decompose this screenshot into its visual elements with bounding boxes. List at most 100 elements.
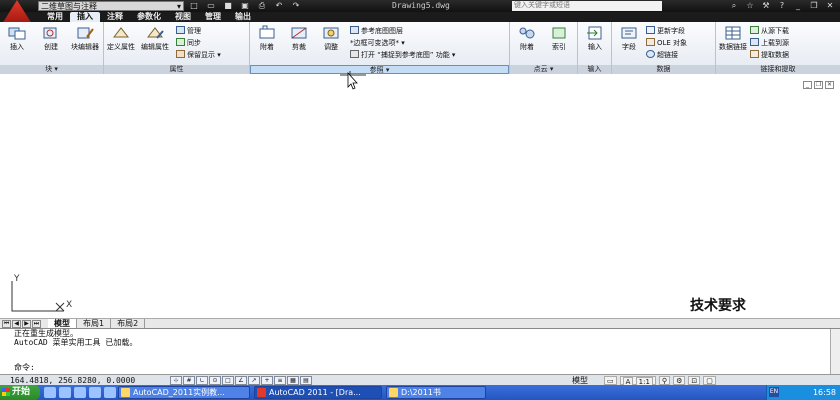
panel-title-block[interactable]: 块 ▾	[0, 65, 103, 74]
panel-title-reference[interactable]: 参照 ▾	[250, 65, 509, 74]
adjust-reference-button[interactable]: 调整	[316, 25, 346, 51]
define-attribute-button[interactable]: 定义属性	[106, 25, 136, 51]
lineweight-icon[interactable]: ≡	[274, 376, 286, 385]
snap-to-underlay-button[interactable]: 打开 “捕捉到参考底图” 功能 ▾	[350, 50, 455, 60]
polar-icon[interactable]: ⊙	[209, 376, 221, 385]
transparency-icon[interactable]: ▦	[287, 376, 299, 385]
tab-insert[interactable]: 插入	[70, 12, 100, 22]
extract-data-button[interactable]: 提取数据	[750, 50, 789, 60]
taskbar-button-document[interactable]: AutoCAD_2011实例教...	[118, 386, 250, 399]
hyperlink-button[interactable]: 超链接	[646, 50, 678, 60]
quick-launch-icon[interactable]	[44, 387, 56, 398]
search-input[interactable]	[512, 1, 662, 11]
otrack-icon[interactable]: ∠	[235, 376, 247, 385]
undo-icon[interactable]: ↶	[273, 1, 285, 11]
ducs-icon[interactable]: ↗	[248, 376, 260, 385]
binoculars-icon[interactable]: ⌕	[728, 1, 740, 11]
viewport-restore-icon[interactable]: ❐	[814, 81, 823, 89]
drawing-canvas[interactable]: _ ❐ ✕ Y X 技术要求	[0, 71, 840, 318]
underlay-layers-button[interactable]: 参考底图图层	[350, 26, 403, 36]
osnap-icon[interactable]: □	[222, 376, 234, 385]
quick-props-icon[interactable]: ▤	[300, 376, 312, 385]
minimize-icon[interactable]: _	[792, 1, 804, 11]
create-block-button[interactable]: 创建	[36, 25, 66, 51]
dyn-icon[interactable]: +	[261, 376, 273, 385]
star-icon[interactable]: ☆	[744, 1, 756, 11]
tab-output[interactable]: 输出	[228, 12, 258, 22]
upload-to-source-button[interactable]: 上载到源	[750, 38, 789, 48]
index-point-cloud-button[interactable]: 索引	[544, 25, 574, 51]
panel-title-data[interactable]: 数据	[612, 65, 715, 74]
lock-icon[interactable]: ⊡	[688, 376, 701, 385]
open-file-icon[interactable]: ▭	[205, 1, 217, 11]
tab-view[interactable]: 视图	[168, 12, 198, 22]
quick-launch-icon[interactable]	[104, 387, 116, 398]
attach-reference-button[interactable]: 附着	[252, 25, 282, 51]
taskbar-button-folder[interactable]: D:\2011书	[386, 386, 486, 399]
quick-launch-icon[interactable]	[59, 387, 71, 398]
prev-layout-icon[interactable]: ◀	[12, 320, 21, 328]
panel-title-attributes[interactable]: 属性	[104, 65, 249, 74]
save-icon[interactable]: ■	[222, 1, 234, 11]
crosshair-cursor-icon	[340, 71, 366, 90]
language-indicator[interactable]: EN	[769, 387, 779, 397]
clean-screen-icon[interactable]: ▢	[703, 376, 716, 385]
retain-display-button[interactable]: 保留显示 ▾	[176, 50, 221, 60]
panel-title-point-cloud[interactable]: 点云 ▾	[510, 65, 577, 74]
field-button[interactable]: 字段	[614, 25, 644, 51]
viewport-close-icon[interactable]: ✕	[825, 81, 834, 89]
command-scrollbar[interactable]	[830, 329, 840, 375]
redo-icon[interactable]: ↷	[290, 1, 302, 11]
import-button[interactable]: 输入	[580, 25, 610, 51]
snap-icon	[350, 50, 359, 58]
quick-launch-icon[interactable]	[89, 387, 101, 398]
last-layout-icon[interactable]: ⏭	[32, 320, 41, 328]
insert-block-button[interactable]: 插入	[2, 25, 32, 51]
attach-point-cloud-button[interactable]: 附着	[512, 25, 542, 51]
sync-attributes-button[interactable]: 同步	[176, 38, 201, 48]
data-link-icon	[725, 26, 741, 40]
quick-launch-icon[interactable]	[74, 387, 86, 398]
start-button[interactable]: 开始	[0, 385, 40, 400]
ortho-icon[interactable]: ∟	[196, 376, 208, 385]
workspace-icon[interactable]: ⚙	[673, 376, 686, 385]
quick-view-icon[interactable]: ▭	[604, 376, 617, 385]
new-file-icon[interactable]: □	[188, 1, 200, 11]
snap-mode-icon[interactable]: ⊹	[170, 376, 182, 385]
first-layout-icon[interactable]: ⏮	[2, 320, 11, 328]
tab-annotate[interactable]: 注释	[100, 12, 130, 22]
block-editor-icon	[77, 27, 94, 39]
block-editor-button[interactable]: 块编辑器	[70, 25, 100, 51]
data-link-button[interactable]: 数据链接	[718, 25, 748, 51]
panel-title-link-extract[interactable]: 链接和提取	[716, 65, 840, 74]
windows-taskbar: 开始 AutoCAD_2011实例教... AutoCAD 2011 - [Dr…	[0, 385, 840, 400]
download-from-source-button[interactable]: 从源下载	[750, 26, 789, 36]
ole-object-button[interactable]: OLE 对象	[646, 38, 687, 48]
workspace-switcher[interactable]: 二维草图与注释 ▾	[38, 1, 184, 11]
tab-home[interactable]: 常用	[40, 12, 70, 22]
tab-parametric[interactable]: 参数化	[130, 12, 168, 22]
help-icon[interactable]: ?	[776, 1, 788, 11]
next-layout-icon[interactable]: ▶	[22, 320, 31, 328]
edit-attribute-button[interactable]: 编辑属性	[140, 25, 170, 51]
clip-reference-button[interactable]: 剪裁	[284, 25, 314, 51]
update-fields-button[interactable]: 更新字段	[646, 26, 685, 36]
frame-variable-button[interactable]: *边框可变选项* ▾	[350, 38, 405, 48]
viewport-minimize-icon[interactable]: _	[803, 81, 812, 89]
grid-icon[interactable]: #	[183, 376, 195, 385]
save-as-icon[interactable]: ▣	[239, 1, 251, 11]
close-icon[interactable]: ✕	[824, 1, 836, 11]
restore-icon[interactable]: ❐	[808, 1, 820, 11]
manage-attributes-button[interactable]: 管理	[176, 26, 201, 36]
annotation-scale[interactable]: A 1:1	[619, 376, 656, 386]
import-icon	[587, 26, 602, 40]
taskbar-button-autocad[interactable]: AutoCAD 2011 - [Dra...	[254, 386, 382, 399]
wrench-icon[interactable]: ⚒	[760, 1, 772, 11]
edit-attribute-icon	[146, 27, 164, 39]
print-icon[interactable]: ⎙	[256, 1, 268, 11]
command-prompt[interactable]: 命令:	[14, 363, 35, 372]
annotation-visibility-icon[interactable]: ⚲	[658, 376, 671, 385]
tab-manage[interactable]: 管理	[198, 12, 228, 22]
drawing-mtext[interactable]: 技术要求	[690, 295, 746, 315]
panel-title-import[interactable]: 输入	[578, 65, 611, 74]
